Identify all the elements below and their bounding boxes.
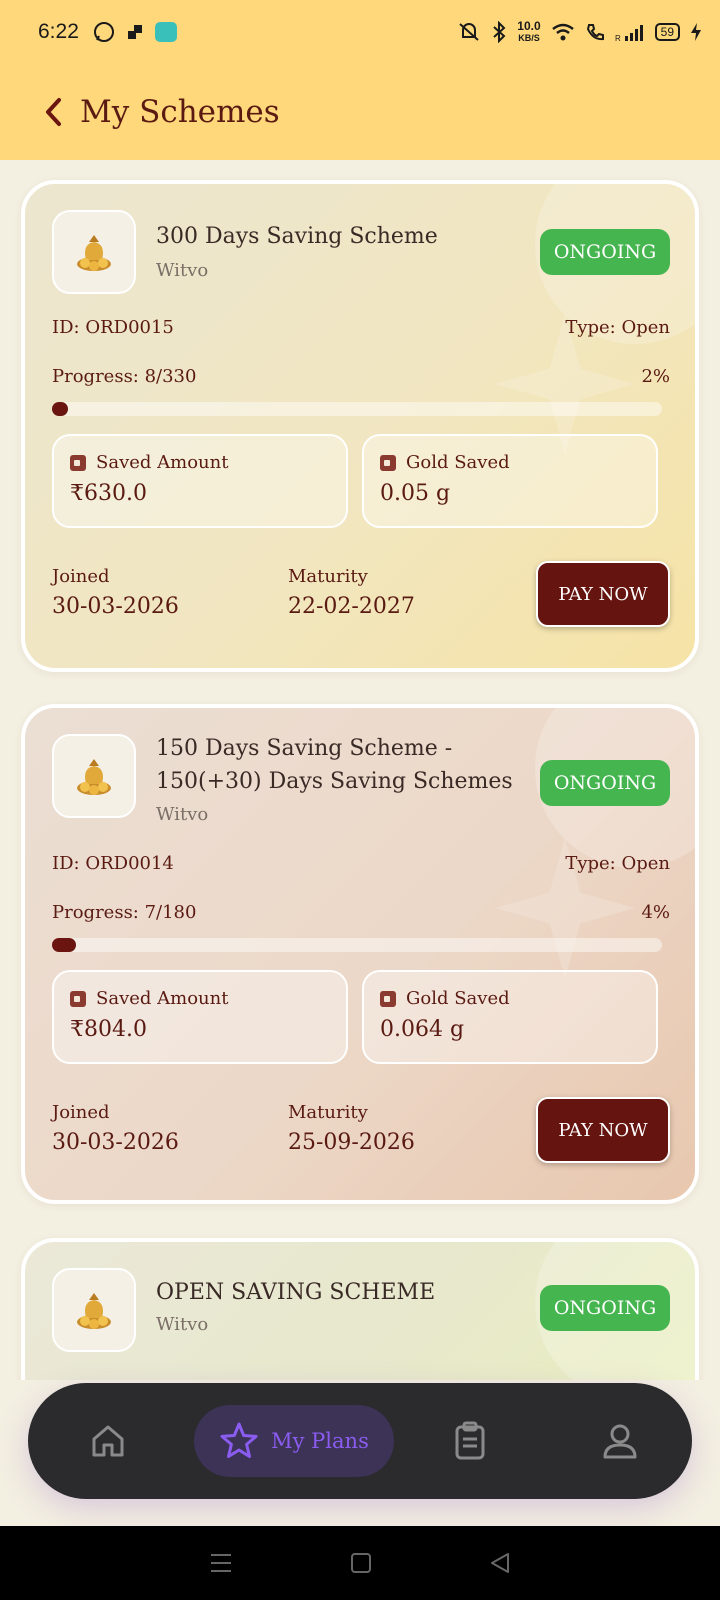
wifi-icon: [551, 23, 574, 41]
joined-date: 30-03-2026: [52, 594, 179, 619]
scheme-thumbnail: [52, 210, 136, 294]
saved-amount-value: ₹804.0: [70, 1017, 147, 1042]
scheme-vendor: Witvo: [156, 1314, 209, 1335]
maturity-date: 22-02-2027: [288, 594, 415, 619]
scheme-card[interactable]: 300 Days Saving Scheme Witvo ONGOING ID:…: [21, 180, 699, 672]
gold-saved-label: Gold Saved: [406, 452, 510, 473]
scheme-card[interactable]: 150 Days Saving Scheme - 150(+30) Days S…: [21, 704, 699, 1204]
gold-icon: [380, 454, 396, 471]
wifi-calling-icon: [586, 24, 604, 41]
status-badge: ONGOING: [540, 760, 670, 806]
schemes-list[interactable]: 300 Days Saving Scheme Witvo ONGOING ID:…: [0, 160, 720, 1380]
svg-text:R: R: [615, 34, 621, 42]
gold-saved-label-row: Gold Saved: [380, 988, 656, 1009]
saved-amount-label: Saved Amount: [96, 988, 229, 1009]
bottom-nav: My Plans: [28, 1383, 692, 1499]
scheme-title-line2: 150(+30) Days Saving Schemes: [156, 769, 513, 794]
pay-now-button[interactable]: PAY NOW: [536, 561, 670, 627]
scheme-type: Type: Open: [565, 853, 670, 874]
app-header: My Schemes: [0, 64, 720, 160]
gold-coins-bag-icon: [77, 759, 111, 795]
bluetooth-icon: [493, 21, 506, 43]
scheme-id: ID: ORD0014: [52, 853, 174, 874]
maturity-label: Maturity: [288, 566, 368, 587]
gold-icon: [380, 990, 396, 1007]
wallet-icon: [70, 454, 86, 471]
maturity-date: 25-09-2026: [288, 1130, 415, 1155]
scheme-title: 300 Days Saving Scheme: [156, 224, 438, 249]
scheme-title: OPEN SAVING SCHEME: [156, 1280, 436, 1305]
saved-amount-box: Saved Amount ₹630.0: [52, 434, 348, 528]
progress-percent: 4%: [641, 902, 670, 923]
joined-date: 30-03-2026: [52, 1130, 179, 1155]
status-badge: ONGOING: [540, 229, 670, 275]
gold-saved-value: 0.064 g: [380, 1017, 465, 1042]
wallet-icon: [70, 990, 86, 1007]
nav-orders[interactable]: [440, 1383, 500, 1499]
maturity-label: Maturity: [288, 1102, 368, 1123]
back-triangle-icon[interactable]: [488, 1551, 512, 1575]
scheme-vendor: Witvo: [156, 804, 209, 825]
saved-amount-label: Saved Amount: [96, 452, 229, 473]
joined-label: Joined: [52, 566, 110, 587]
saved-amount-label-row: Saved Amount: [70, 452, 346, 473]
network-speed-value: 10.0: [517, 18, 541, 33]
progress-percent: 2%: [641, 366, 670, 387]
nav-my-plans[interactable]: My Plans: [194, 1405, 394, 1477]
scheme-thumbnail: [52, 734, 136, 818]
user-icon: [603, 1424, 637, 1459]
whatsapp-icon: [93, 22, 114, 42]
recent-apps-icon[interactable]: [208, 1551, 234, 1575]
progress-label: Progress: 7/180: [52, 902, 197, 923]
scheme-thumbnail: [52, 1268, 136, 1352]
gold-saved-label-row: Gold Saved: [380, 452, 656, 473]
saved-amount-label-row: Saved Amount: [70, 988, 346, 1009]
progress-bar: [52, 402, 662, 416]
joined-label: Joined: [52, 1102, 110, 1123]
gold-saved-label: Gold Saved: [406, 988, 510, 1009]
battery-indicator: 59: [654, 23, 680, 41]
progress-bar: [52, 938, 662, 952]
saved-amount-box: Saved Amount ₹804.0: [52, 970, 348, 1064]
progress-label: Progress: 8/330: [52, 366, 197, 387]
network-speed: 10.0 KB/S: [517, 18, 541, 44]
chevron-left-icon: [46, 98, 61, 126]
status-badge: ONGOING: [540, 1285, 670, 1331]
home-icon: [92, 1425, 124, 1457]
nav-profile[interactable]: [590, 1383, 650, 1499]
app-notification-icon: [127, 25, 142, 39]
gold-saved-box: Gold Saved 0.05 g: [362, 434, 658, 528]
gold-coins-bag-icon: [77, 1293, 111, 1329]
saved-amount-value: ₹630.0: [70, 481, 147, 506]
system-status-icons: 10.0 KB/S R 59: [457, 18, 702, 44]
progress-fill: [52, 402, 68, 416]
back-button[interactable]: [34, 92, 74, 132]
nav-my-plans-label: My Plans: [271, 1429, 369, 1453]
home-button-icon[interactable]: [349, 1551, 373, 1575]
system-nav-bar: [0, 1526, 720, 1600]
scheme-vendor: Witvo: [156, 260, 209, 281]
scheme-title-line1: 150 Days Saving Scheme -: [156, 736, 453, 761]
notification-icons: [93, 21, 177, 43]
charging-icon: [691, 23, 701, 41]
network-speed-unit: KB/S: [518, 32, 540, 43]
chat-app-icon: [154, 22, 177, 42]
star-icon: [220, 1422, 258, 1458]
status-bar: 6:22 10.0 KB/S R 59: [0, 0, 720, 64]
pay-now-button[interactable]: PAY NOW: [536, 1097, 670, 1163]
clipboard-icon: [455, 1421, 485, 1460]
gold-saved-box: Gold Saved 0.064 g: [362, 970, 658, 1064]
scheme-type: Type: Open: [565, 317, 670, 338]
status-time: 6:22: [38, 20, 79, 43]
progress-fill: [52, 938, 76, 952]
scheme-id: ID: ORD0015: [52, 317, 174, 338]
signal-icon: R: [615, 25, 643, 42]
gold-saved-value: 0.05 g: [380, 481, 451, 506]
scheme-title: 150 Days Saving Scheme - 150(+30) Days S…: [156, 732, 513, 798]
page-title: My Schemes: [80, 94, 280, 130]
nav-home[interactable]: [78, 1383, 138, 1499]
gold-coins-bag-icon: [77, 235, 111, 271]
scheme-card[interactable]: OPEN SAVING SCHEME Witvo ONGOING: [21, 1238, 699, 1380]
mute-icon: [459, 23, 479, 41]
